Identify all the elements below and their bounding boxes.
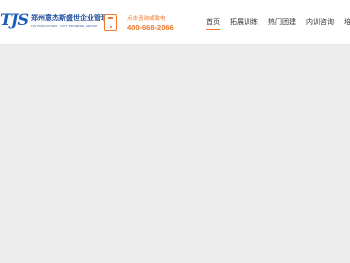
- company-name-en: TJS EDUCATION · OUT TRAINING GROUP: [31, 24, 98, 28]
- phone-label: 点击咨询或致电: [127, 16, 166, 22]
- company-name: 郑州意杰斯盛世企业管理: [31, 14, 108, 22]
- nav-item-home[interactable]: 首页: [206, 0, 220, 45]
- nav-item-outward-training[interactable]: 拓展训练: [230, 0, 258, 45]
- logo-mark: TJS: [0, 10, 29, 29]
- nav-item-training[interactable]: 培训: [344, 0, 350, 45]
- nav-item-consulting[interactable]: 内训咨询: [306, 0, 334, 45]
- logo-mark-text: TJS: [0, 10, 29, 29]
- phone-contact[interactable]: 点击咨询或致电 400-668-2066: [104, 12, 179, 36]
- company-logo[interactable]: TJS 郑州意杰斯盛世企业管理 TJS EDUCATION · OUT TRAI…: [0, 10, 108, 35]
- content-area: [0, 46, 350, 263]
- main-nav: 首页 拓展训练 热门团建 内训咨询 培训: [200, 0, 350, 45]
- phone-number[interactable]: 400-668-2066: [127, 23, 174, 32]
- phone-icon: [104, 14, 117, 31]
- nav-item-team-building[interactable]: 热门团建: [268, 0, 296, 45]
- site-header: TJS 郑州意杰斯盛世企业管理 TJS EDUCATION · OUT TRAI…: [0, 0, 350, 45]
